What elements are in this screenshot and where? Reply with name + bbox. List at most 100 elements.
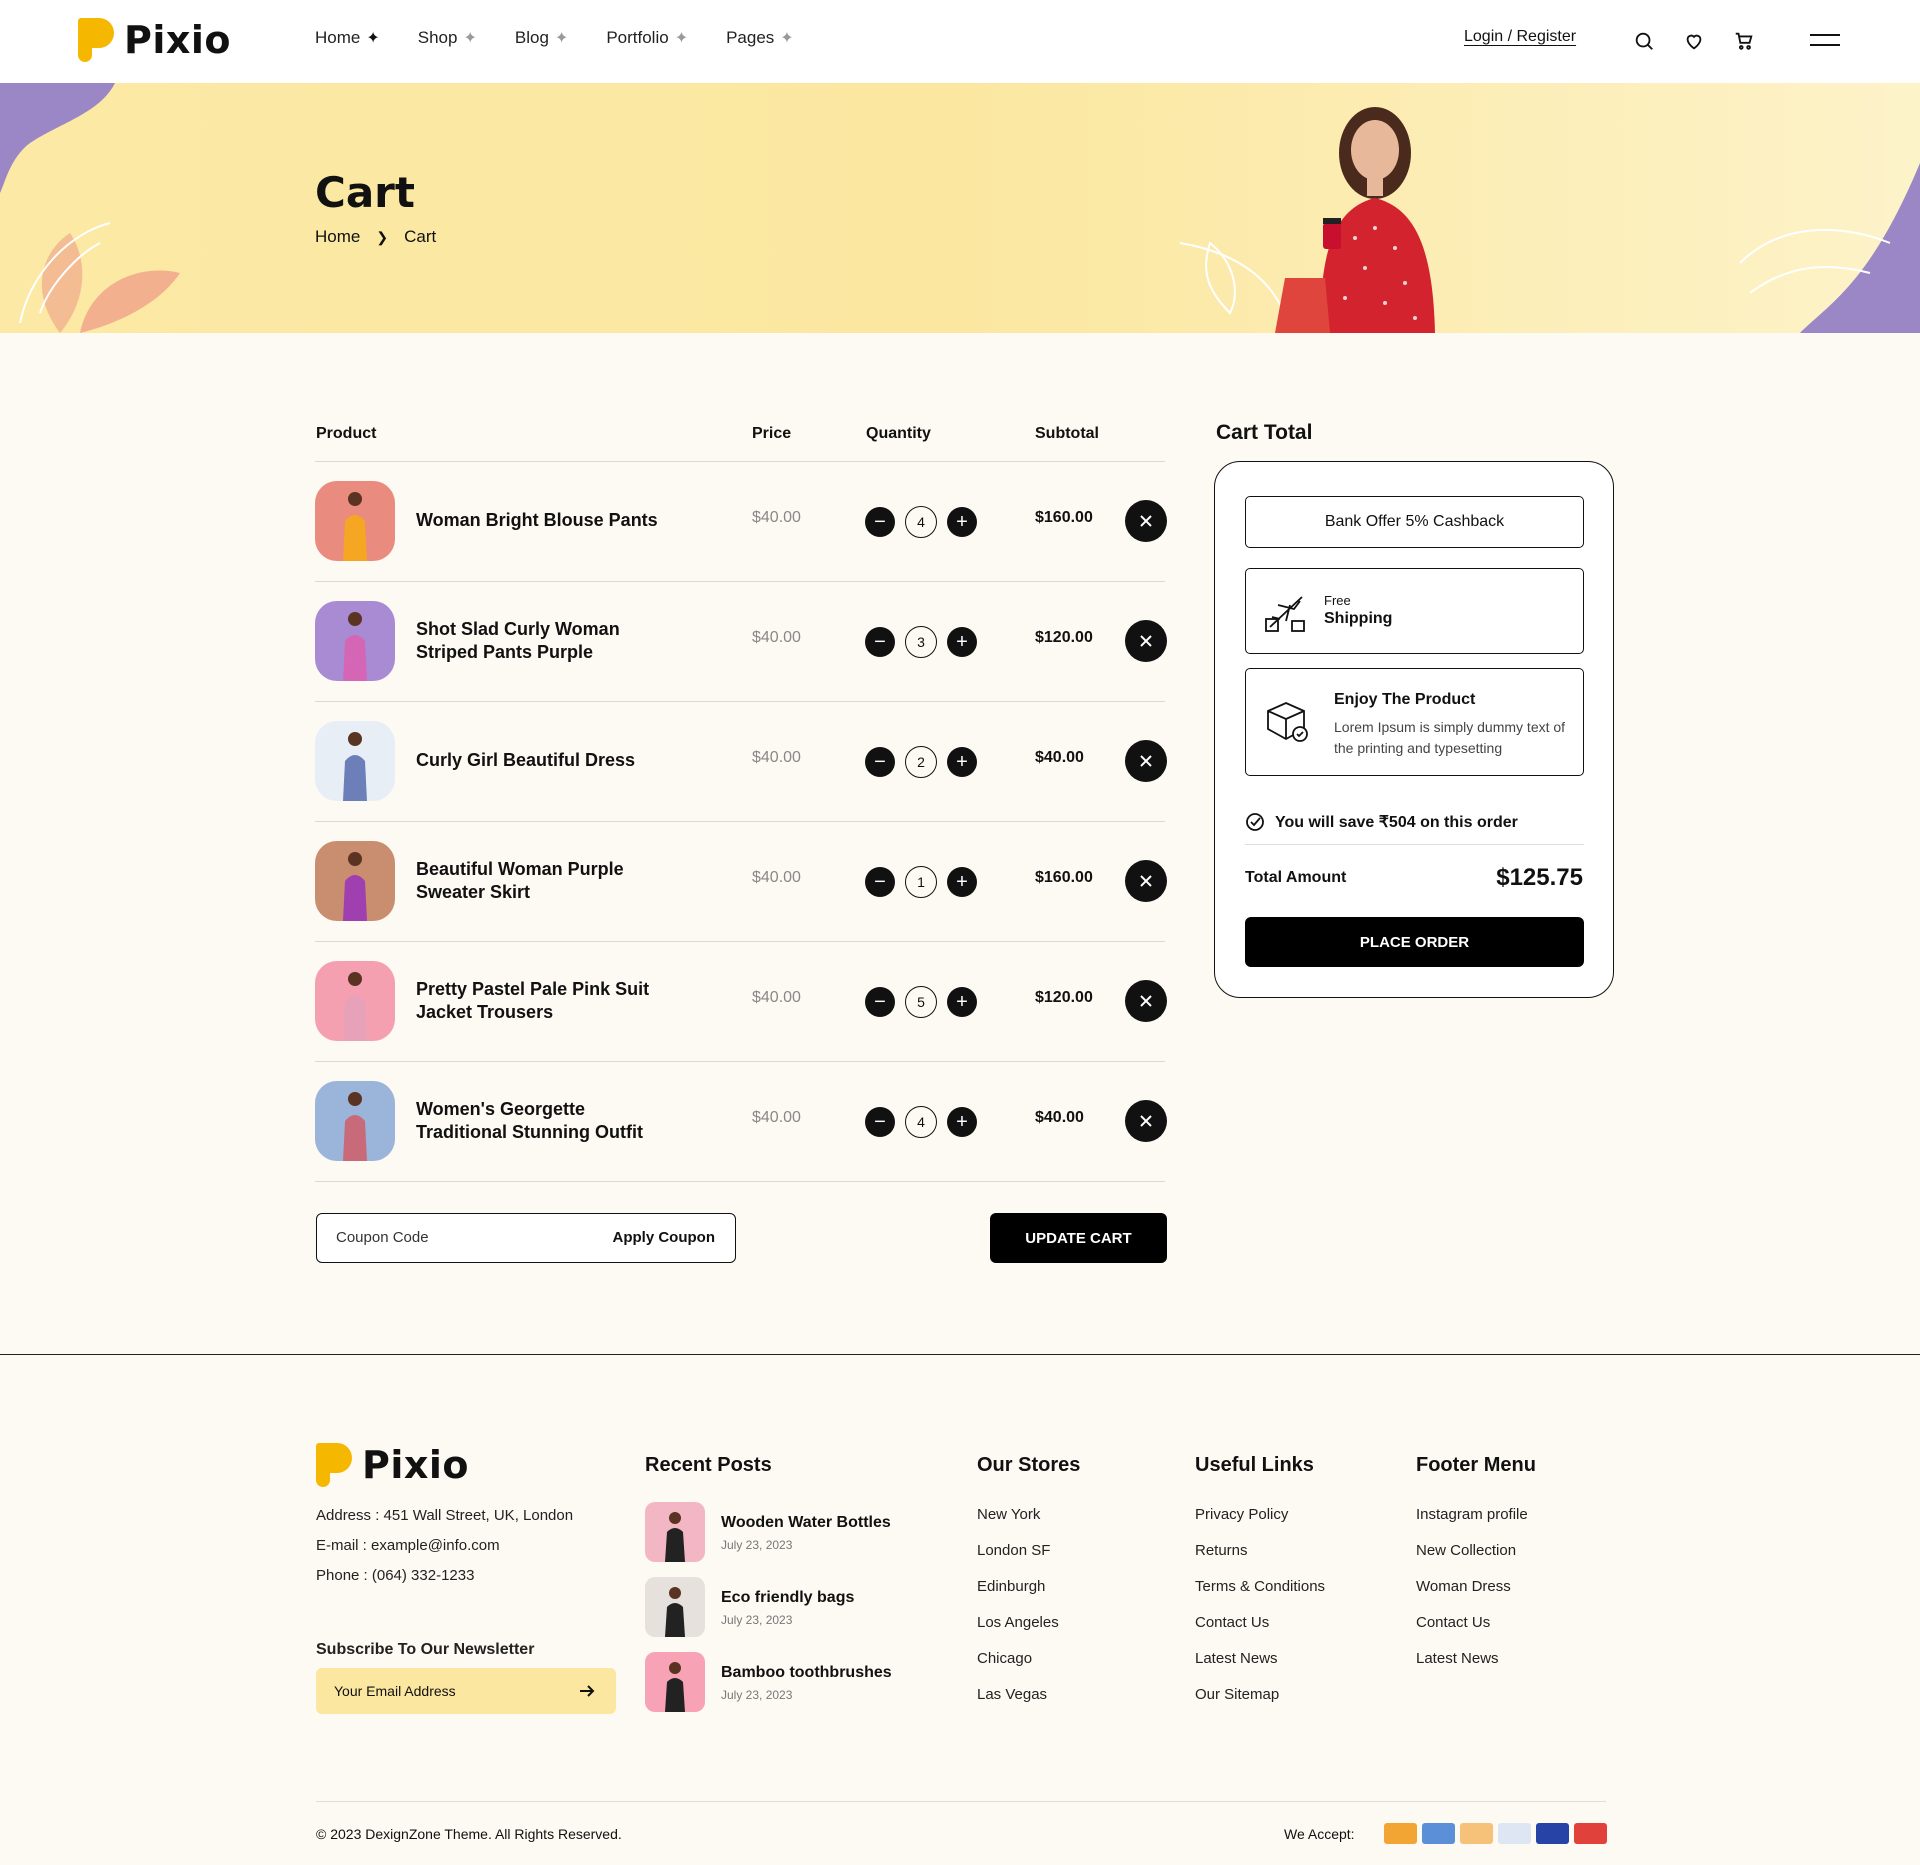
useful-link[interactable]: Privacy Policy bbox=[1195, 1506, 1288, 1523]
quantity-value[interactable]: 4 bbox=[905, 1106, 937, 1138]
store-link[interactable]: London SF bbox=[977, 1542, 1050, 1559]
logo[interactable]: Pixio bbox=[78, 18, 231, 62]
plus-button[interactable]: + bbox=[947, 1107, 977, 1137]
footer-divider bbox=[0, 1354, 1920, 1355]
apply-coupon-button[interactable]: Apply Coupon bbox=[613, 1229, 715, 1246]
post-date: July 23, 2023 bbox=[721, 1688, 793, 1702]
cart-row: Curly Girl Beautiful Dress $40.00 −2 + $40.0… bbox=[315, 701, 1170, 821]
newsletter-input[interactable]: Your Email Address bbox=[334, 1683, 456, 1699]
minus-button[interactable]: − bbox=[865, 747, 895, 777]
footer-logo[interactable]: Pixio bbox=[316, 1443, 469, 1487]
post-title[interactable]: Eco friendly bags bbox=[721, 1589, 854, 1607]
coupon-field[interactable]: Coupon Code Apply Coupon bbox=[316, 1213, 736, 1263]
quantity-value[interactable]: 5 bbox=[905, 986, 937, 1018]
total-label: Total Amount bbox=[1245, 869, 1347, 886]
store-link[interactable]: New York bbox=[977, 1506, 1040, 1523]
remove-item-button[interactable] bbox=[1125, 860, 1167, 902]
menu-icon[interactable] bbox=[1810, 34, 1840, 46]
minus-button[interactable]: − bbox=[865, 507, 895, 537]
useful-link[interactable]: Our Sitemap bbox=[1195, 1686, 1279, 1703]
quantity-value[interactable]: 1 bbox=[905, 866, 937, 898]
payment-card-icon bbox=[1460, 1823, 1493, 1844]
minus-button[interactable]: − bbox=[865, 867, 895, 897]
product-thumbnail[interactable] bbox=[315, 721, 395, 801]
product-thumbnail[interactable] bbox=[315, 1081, 395, 1161]
arrow-right-icon[interactable] bbox=[578, 1682, 596, 1700]
product-name[interactable]: Curly Girl Beautiful Dress bbox=[416, 749, 676, 772]
product-name[interactable]: Women's Georgette Traditional Stunning O… bbox=[416, 1098, 676, 1144]
payment-card-icon bbox=[1498, 1823, 1531, 1844]
footer-menu-link[interactable]: Instagram profile bbox=[1416, 1506, 1528, 1523]
store-link[interactable]: Los Angeles bbox=[977, 1614, 1059, 1631]
product-thumbnail[interactable] bbox=[315, 961, 395, 1041]
nav-item-blog[interactable]: Blog ✦ bbox=[515, 28, 568, 48]
useful-link[interactable]: Contact Us bbox=[1195, 1614, 1269, 1631]
product-name[interactable]: Beautiful Woman Purple Sweater Skirt bbox=[416, 858, 676, 904]
minus-button[interactable]: − bbox=[865, 1107, 895, 1137]
newsletter-email-field[interactable]: Your Email Address bbox=[316, 1668, 616, 1714]
footer-phone: Phone : (064) 332-1233 bbox=[316, 1567, 475, 1584]
post-title[interactable]: Bamboo toothbrushes bbox=[721, 1664, 892, 1682]
place-order-button[interactable]: PLACE ORDER bbox=[1245, 917, 1584, 967]
footer-menu-link[interactable]: Latest News bbox=[1416, 1650, 1499, 1667]
footer-menu-link[interactable]: Contact Us bbox=[1416, 1614, 1490, 1631]
search-icon[interactable] bbox=[1633, 30, 1655, 52]
close-icon bbox=[1140, 515, 1152, 527]
plus-button[interactable]: + bbox=[947, 507, 977, 537]
post-thumbnail[interactable] bbox=[645, 1502, 705, 1562]
plus-button[interactable]: + bbox=[947, 867, 977, 897]
footer-address: Address : 451 Wall Street, UK, London bbox=[316, 1507, 574, 1524]
remove-item-button[interactable] bbox=[1125, 620, 1167, 662]
chevron-right-icon: ❯ bbox=[376, 228, 389, 245]
nav-item-shop[interactable]: Shop ✦ bbox=[418, 28, 477, 48]
nav-item-portfolio[interactable]: Portfolio ✦ bbox=[606, 28, 688, 48]
product-name[interactable]: Shot Slad Curly Woman Striped Pants Purp… bbox=[416, 618, 676, 664]
remove-item-button[interactable] bbox=[1125, 1100, 1167, 1142]
store-link[interactable]: Chicago bbox=[977, 1650, 1032, 1667]
bank-offer[interactable]: Bank Offer 5% Cashback bbox=[1245, 496, 1584, 548]
footer-menu-link[interactable]: Woman Dress bbox=[1416, 1578, 1511, 1595]
quantity-value[interactable]: 4 bbox=[905, 506, 937, 538]
payment-card-icon bbox=[1384, 1823, 1417, 1844]
store-link[interactable]: Edinburgh bbox=[977, 1578, 1045, 1595]
useful-link[interactable]: Terms & Conditions bbox=[1195, 1578, 1325, 1595]
login-register-link[interactable]: Login / Register bbox=[1464, 28, 1576, 46]
useful-link[interactable]: Latest News bbox=[1195, 1650, 1278, 1667]
plus-button[interactable]: + bbox=[947, 627, 977, 657]
remove-item-button[interactable] bbox=[1125, 980, 1167, 1022]
nav-item-pages[interactable]: Pages ✦ bbox=[726, 28, 794, 48]
we-accept-label: We Accept: bbox=[1284, 1826, 1355, 1842]
enjoy-title: Enjoy The Product bbox=[1334, 691, 1476, 708]
cart-icon[interactable] bbox=[1733, 30, 1755, 52]
newsletter-title: Subscribe To Our Newsletter bbox=[316, 1641, 535, 1658]
remove-item-button[interactable] bbox=[1125, 500, 1167, 542]
breadcrumb: Home ❯ Cart bbox=[315, 227, 436, 247]
plus-button[interactable]: + bbox=[947, 987, 977, 1017]
nav-label: Shop bbox=[417, 28, 458, 47]
minus-button[interactable]: − bbox=[865, 627, 895, 657]
product-name[interactable]: Woman Bright Blouse Pants bbox=[416, 509, 676, 532]
post-thumbnail[interactable] bbox=[645, 1577, 705, 1637]
footer-menu-link[interactable]: New Collection bbox=[1416, 1542, 1516, 1559]
quantity-value[interactable]: 3 bbox=[905, 626, 937, 658]
quantity-stepper: −2 + bbox=[865, 746, 977, 778]
product-name[interactable]: Pretty Pastel Pale Pink Suit Jacket Trou… bbox=[416, 978, 676, 1024]
minus-button[interactable]: − bbox=[865, 987, 895, 1017]
breadcrumb-home[interactable]: Home bbox=[315, 227, 360, 247]
remove-item-button[interactable] bbox=[1125, 740, 1167, 782]
product-thumbnail[interactable] bbox=[315, 841, 395, 921]
product-thumbnail[interactable] bbox=[315, 481, 395, 561]
store-link[interactable]: Las Vegas bbox=[977, 1686, 1047, 1703]
nav-item-home[interactable]: Home ✦ bbox=[315, 28, 380, 48]
update-cart-button[interactable]: UPDATE CART bbox=[990, 1213, 1167, 1263]
quantity-value[interactable]: 2 bbox=[905, 746, 937, 778]
plus-button[interactable]: + bbox=[947, 747, 977, 777]
coupon-input[interactable]: Coupon Code bbox=[336, 1229, 429, 1246]
post-thumbnail[interactable] bbox=[645, 1652, 705, 1712]
useful-link[interactable]: Returns bbox=[1195, 1542, 1248, 1559]
product-thumbnail[interactable] bbox=[315, 601, 395, 681]
post-title[interactable]: Wooden Water Bottles bbox=[721, 1514, 891, 1532]
heart-icon[interactable] bbox=[1683, 30, 1705, 52]
cart-total-panel: Bank Offer 5% Cashback Free Shipping Enj… bbox=[1214, 461, 1614, 998]
cart-total-title: Cart Total bbox=[1216, 421, 1313, 444]
